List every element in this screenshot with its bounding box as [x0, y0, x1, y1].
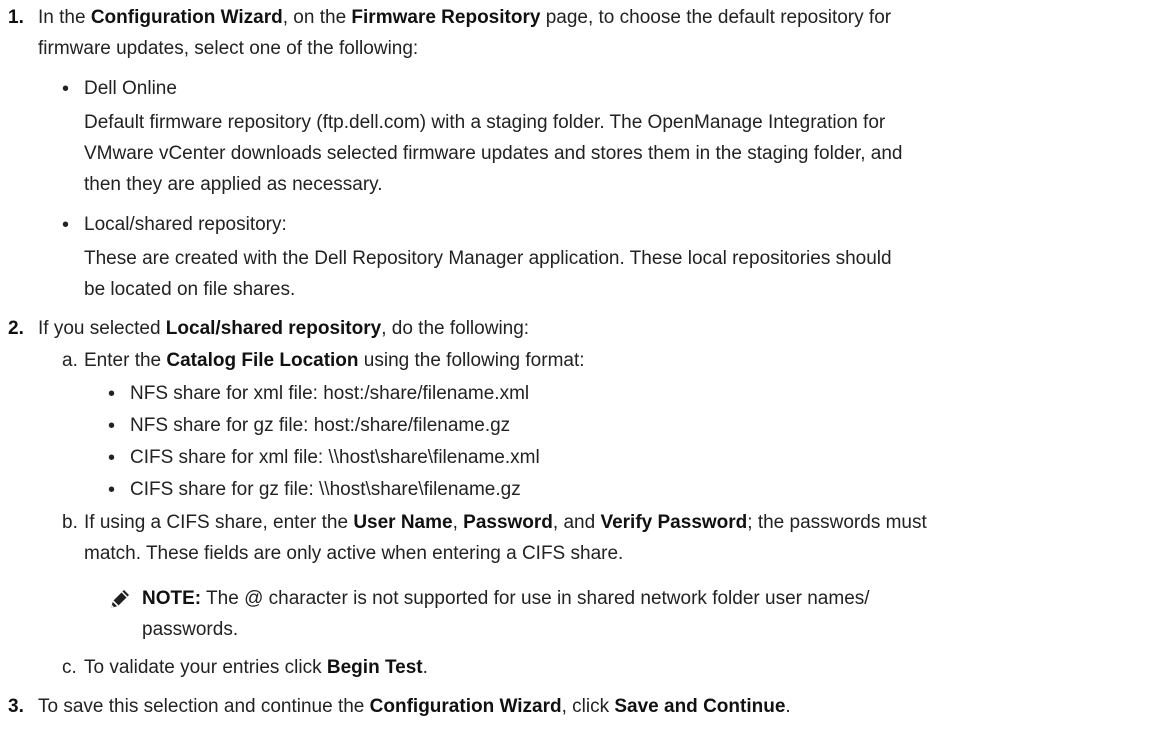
substep-c-text: To validate your entries click Begin Tes…: [84, 657, 428, 678]
option-local-shared-title: Local/shared repository:: [84, 214, 287, 235]
step-2-line-1: If you selected Local/shared repository,…: [38, 318, 530, 339]
option-dell-online-desc-3: then they are applied as necessary.: [84, 174, 383, 195]
option-dell-online-desc-1: Default firmware repository (ftp.dell.co…: [84, 112, 886, 133]
option-local-shared-desc-1: These are created with the Dell Reposito…: [84, 248, 892, 269]
format-bullet-3: •: [108, 447, 116, 469]
step-1-number: 1.: [8, 7, 24, 28]
note-line-1: NOTE: The @ character is not supported f…: [142, 588, 870, 609]
substep-c-label: c.: [62, 657, 77, 678]
substep-b-line-2: match. These fields are only active when…: [84, 543, 624, 564]
format-bullet-1: •: [108, 383, 116, 405]
step-3-line-1: To save this selection and continue the …: [38, 696, 791, 717]
step-1-line-2: firmware updates, select one of the foll…: [38, 38, 419, 59]
format-bullet-4: •: [108, 479, 116, 501]
substep-a-label: a.: [62, 350, 78, 371]
format-nfs-gz: NFS share for gz file: host:/share/filen…: [130, 415, 511, 436]
step-1-line-1: In the Configuration Wizard, on the Firm…: [38, 7, 892, 28]
step-3-number: 3.: [8, 696, 24, 717]
note-line-2: passwords.: [142, 619, 239, 640]
format-cifs-gz: CIFS share for gz file: \\host\share\fil…: [130, 479, 521, 500]
substep-a-text: Enter the Catalog File Location using th…: [84, 350, 585, 371]
option-dell-online-title: Dell Online: [84, 78, 177, 99]
substep-b-label: b.: [62, 512, 78, 533]
substep-b-line-1: If using a CIFS share, enter the User Na…: [84, 512, 927, 533]
note-pencil-icon: [111, 590, 129, 608]
format-nfs-xml: NFS share for xml file: host:/share/file…: [130, 383, 530, 404]
bullet-dell-online: •: [62, 78, 70, 100]
bullet-local-shared: •: [62, 214, 70, 236]
option-dell-online-desc-2: VMware vCenter downloads selected firmwa…: [84, 143, 903, 164]
format-bullet-2: •: [108, 415, 116, 437]
option-local-shared-desc-2: be located on file shares.: [84, 279, 296, 300]
step-2-number: 2.: [8, 318, 24, 339]
format-cifs-xml: CIFS share for xml file: \\host\share\fi…: [130, 447, 540, 468]
